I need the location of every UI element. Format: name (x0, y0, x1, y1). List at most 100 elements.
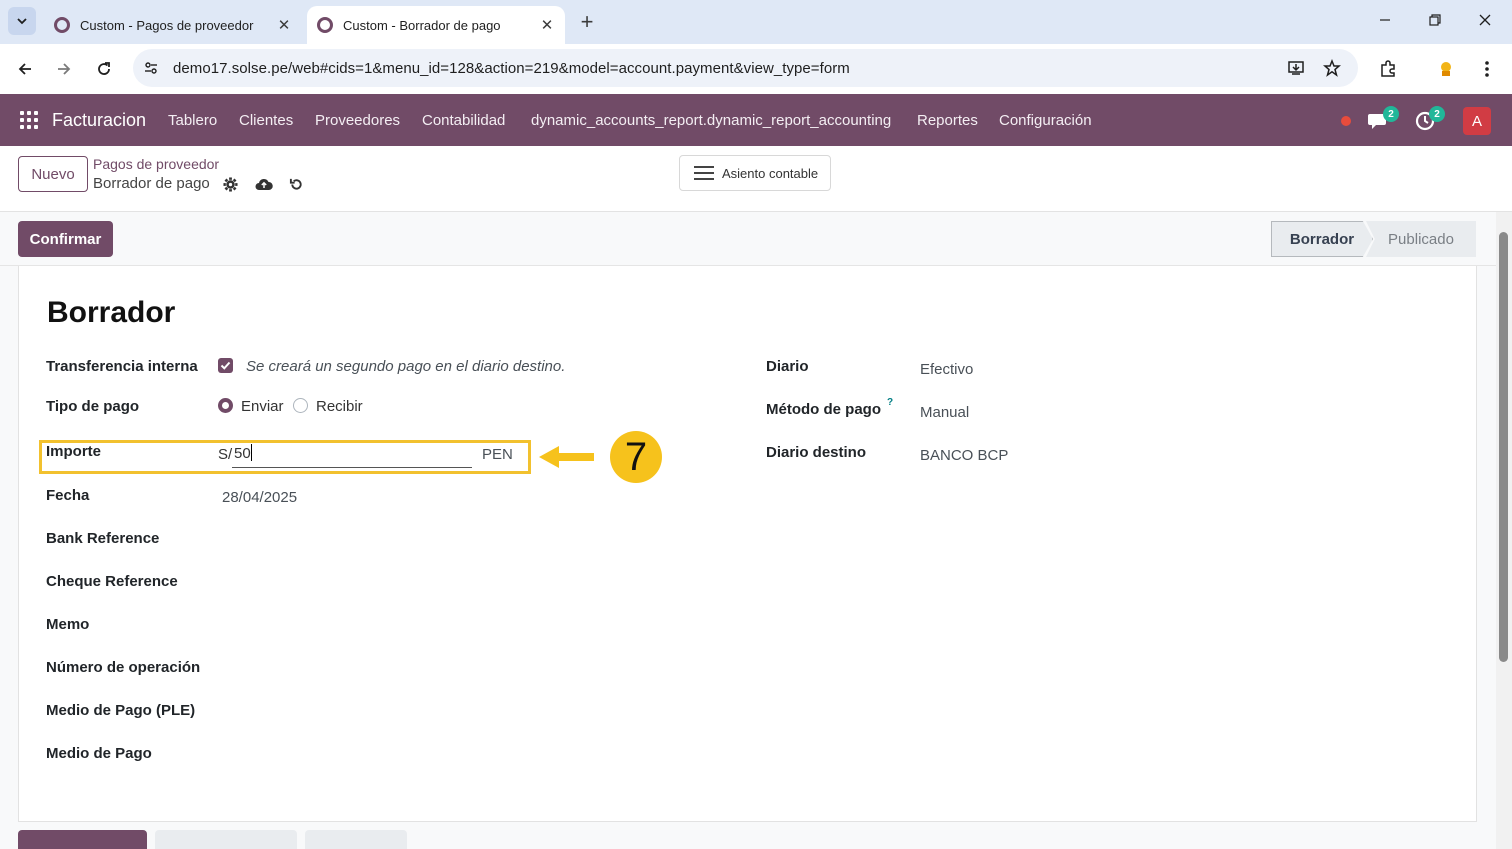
record-title: Borrador (47, 296, 176, 329)
browser-tab-title: Custom - Borrador de pago (343, 17, 501, 33)
internal-transfer-label: Transferencia interna (46, 358, 198, 375)
breadcrumb-parent[interactable]: Pagos de proveedor (93, 156, 219, 172)
reload-icon (98, 62, 110, 75)
operation-number-label: Número de operación (46, 659, 201, 676)
internal-transfer-hint: Se creará un segundo pago en el diario d… (246, 358, 566, 375)
arrow-left-icon (18, 63, 31, 75)
cloud-upload-icon[interactable] (255, 175, 273, 193)
payment-type-receive-label[interactable]: Recibir (316, 398, 363, 415)
page-scrollbar[interactable] (1496, 212, 1512, 849)
apps-menu-icon[interactable] (20, 111, 38, 129)
discard-changes-icon[interactable] (287, 175, 305, 193)
text-cursor (250, 444, 252, 461)
main-navbar: Facturacion Tablero Clientes Proveedores… (0, 94, 1512, 146)
close-tab-icon[interactable]: ✕ (537, 15, 557, 35)
activities-badge: 2 (1429, 106, 1445, 122)
amount-label: Importe (46, 443, 102, 460)
memo-label: Memo (46, 616, 90, 633)
payment-type-label: Tipo de pago (46, 398, 140, 415)
restore-button[interactable] (1410, 0, 1460, 40)
form-content: Confirmar Borrador Publicado Borrador Tr… (0, 212, 1496, 849)
payment-method-label: Método de pago (766, 401, 881, 418)
menu-configuracion[interactable]: Configuración (999, 112, 1092, 129)
check-icon (220, 361, 231, 370)
browser-tab-borrador[interactable]: Custom - Borrador de pago ✕ (307, 6, 565, 44)
annotation-arrow-icon (539, 446, 594, 468)
browser-tabstrip: Custom - Pagos de proveedor ✕ Custom - B… (0, 0, 1512, 44)
menu-dynamic-report[interactable]: dynamic_accounts_report.dynamic_report_a… (531, 112, 891, 129)
status-posted[interactable]: Publicado (1366, 221, 1476, 257)
new-button[interactable]: Nuevo (18, 156, 88, 192)
amount-input[interactable]: 50 (232, 444, 472, 468)
currency-symbol: S/ (218, 446, 233, 463)
confirm-button[interactable]: Confirmar (18, 221, 113, 257)
menu-proveedores[interactable]: Proveedores (315, 112, 400, 129)
bank-reference-label: Bank Reference (46, 530, 160, 547)
step-number-callout: 7 (610, 431, 662, 483)
form-statusbar: Confirmar Borrador Publicado (0, 212, 1496, 266)
minimize-icon (1380, 19, 1390, 21)
scroll-thumb[interactable] (1499, 232, 1508, 662)
user-avatar[interactable]: A (1463, 107, 1491, 135)
close-window-button[interactable] (1460, 0, 1510, 40)
cheque-reference-label: Cheque Reference (46, 573, 178, 590)
app-name[interactable]: Facturacion (52, 110, 146, 131)
extensions-icon[interactable] (1375, 56, 1401, 82)
journal-label: Diario (766, 358, 809, 375)
restore-icon (1429, 14, 1441, 26)
menu-reportes[interactable]: Reportes (917, 112, 978, 129)
list-icon (694, 166, 714, 180)
minimize-button[interactable] (1360, 0, 1410, 40)
destination-journal-label: Diario destino (766, 444, 867, 461)
control-panel: Nuevo Pagos de proveedor Borrador de pag… (0, 146, 1512, 212)
menu-clientes[interactable]: Clientes (239, 112, 293, 129)
record-indicator-icon[interactable] (1339, 114, 1353, 128)
payment-type-receive-radio[interactable] (293, 398, 308, 413)
date-value[interactable]: 28/04/2025 (222, 489, 297, 506)
chatter-buttons (18, 830, 407, 849)
journal-value[interactable]: Efectivo (920, 361, 973, 378)
help-tooltip-icon[interactable]: ? (887, 397, 893, 408)
log-note-button[interactable] (155, 830, 297, 849)
journal-entry-button[interactable]: Asiento contable (679, 155, 831, 191)
more-menu-icon[interactable] (1474, 56, 1500, 82)
payment-method-value[interactable]: Manual (920, 404, 969, 421)
send-message-button[interactable] (18, 830, 147, 849)
activities-button[interactable] (305, 830, 407, 849)
menu-contabilidad[interactable]: Contabilidad (422, 112, 505, 129)
browser-tab-pagos[interactable]: Custom - Pagos de proveedor ✕ (44, 6, 302, 44)
status-draft[interactable]: Borrador (1271, 221, 1373, 257)
back-button[interactable] (10, 54, 40, 84)
url-text: demo17.solse.pe/web#cids=1&menu_id=128&a… (173, 60, 850, 77)
profile-extension-icon[interactable] (1433, 56, 1459, 82)
payment-type-send-radio[interactable] (218, 398, 233, 413)
forward-button[interactable] (49, 54, 79, 84)
new-tab-button[interactable]: + (574, 9, 600, 35)
gear-icon[interactable] (221, 175, 239, 193)
form-sheet: Borrador Transferencia interna Se creará… (18, 266, 1477, 822)
close-tab-icon[interactable]: ✕ (274, 15, 294, 35)
install-app-icon[interactable] (1284, 56, 1308, 80)
browser-toolbar: demo17.solse.pe/web#cids=1&menu_id=128&a… (0, 44, 1512, 94)
address-bar[interactable]: demo17.solse.pe/web#cids=1&menu_id=128&a… (133, 49, 1358, 87)
breadcrumb-current: Borrador de pago (93, 175, 210, 192)
bookmark-star-icon[interactable] (1320, 56, 1344, 80)
payment-medium-ple-label: Medio de Pago (PLE) (46, 702, 196, 719)
browser-tab-title: Custom - Pagos de proveedor (80, 17, 254, 33)
internal-transfer-checkbox[interactable] (218, 358, 233, 373)
reload-button[interactable] (89, 54, 119, 84)
menu-tablero[interactable]: Tablero (168, 112, 217, 129)
date-label: Fecha (46, 487, 90, 504)
chevron-down-icon (17, 18, 27, 25)
payment-type-send-label[interactable]: Enviar (241, 398, 284, 415)
tab-search-button[interactable] (8, 7, 36, 35)
arrow-right-icon (58, 63, 71, 75)
messages-badge: 2 (1383, 106, 1399, 122)
amount-value: 50 (234, 445, 251, 462)
payment-medium-label: Medio de Pago (46, 745, 152, 762)
destination-journal-value[interactable]: BANCO BCP (920, 447, 1008, 464)
site-settings-icon[interactable] (139, 56, 163, 80)
odoo-favicon-icon (54, 17, 70, 33)
currency-code: PEN (482, 446, 513, 463)
close-icon (1479, 14, 1491, 26)
